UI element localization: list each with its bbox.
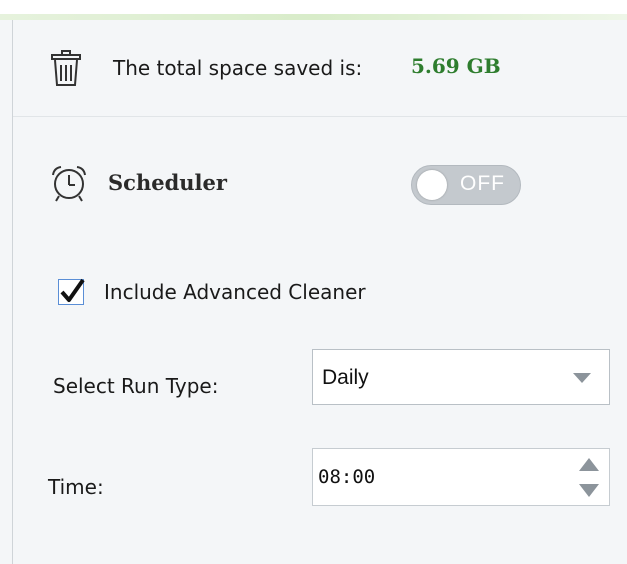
scheduler-label: Scheduler — [108, 170, 227, 195]
time-value: 08:00 — [318, 466, 376, 488]
include-advanced-cleaner-label[interactable]: Include Advanced Cleaner — [104, 280, 366, 304]
include-advanced-cleaner-checkbox[interactable] — [58, 278, 85, 305]
alarm-clock-icon — [50, 165, 88, 203]
toggle-state-text: OFF — [460, 172, 505, 195]
toggle-knob — [417, 170, 447, 200]
run-type-label: Select Run Type: — [53, 374, 219, 398]
checkmark-icon — [60, 278, 85, 302]
spin-down-icon[interactable] — [579, 484, 599, 497]
run-type-select[interactable]: Daily — [312, 349, 610, 405]
spin-up-icon[interactable] — [579, 458, 599, 471]
run-type-selected-value: Daily — [322, 366, 369, 389]
space-saved-label: The total space saved is: — [113, 56, 363, 80]
space-saved-summary: The total space saved is: 5.69 GB — [13, 20, 627, 117]
space-saved-value: 5.69 GB — [411, 54, 501, 78]
time-label: Time: — [48, 475, 104, 499]
chevron-down-icon — [573, 373, 591, 383]
trash-icon — [51, 50, 81, 86]
scheduler-toggle[interactable]: OFF — [411, 165, 521, 205]
time-input[interactable]: 08:00 — [312, 448, 610, 506]
